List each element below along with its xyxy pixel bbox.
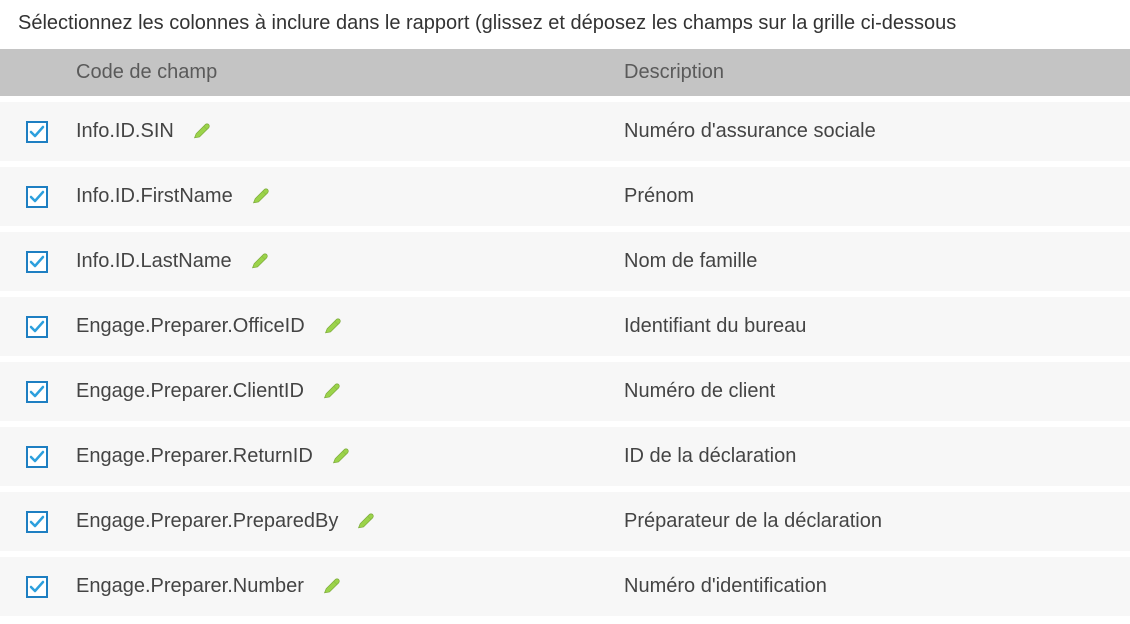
row-checkbox[interactable]: [26, 316, 48, 338]
checkbox-cell: [0, 445, 76, 468]
field-description: Numéro d'assurance sociale: [624, 120, 876, 143]
code-cell: Info.ID.LastName: [76, 250, 624, 273]
checkbox-cell: [0, 575, 76, 598]
field-description: Numéro d'identification: [624, 575, 827, 598]
table-row[interactable]: Engage.Preparer.Number Numéro d'identific…: [0, 557, 1130, 616]
code-cell: Engage.Preparer.ReturnID: [76, 445, 624, 468]
code-cell: Engage.Preparer.OfficeID: [76, 315, 624, 338]
code-cell: Info.ID.SIN: [76, 120, 624, 143]
field-code: Info.ID.LastName: [76, 250, 232, 273]
table-row[interactable]: Engage.Preparer.ClientID Numéro de client: [0, 362, 1130, 421]
table-body: Info.ID.SINNuméro d'assurance socialeInf…: [0, 102, 1130, 616]
header-code: Code de champ: [76, 61, 624, 84]
field-description: ID de la déclaration: [624, 445, 796, 468]
row-checkbox[interactable]: [26, 251, 48, 273]
instructions-text: Sélectionnez les colonnes à inclure dans…: [0, 0, 1130, 49]
field-code: Info.ID.FirstName: [76, 185, 233, 208]
field-description: Nom de famille: [624, 250, 757, 273]
field-description: Identifiant du bureau: [624, 315, 806, 338]
table-row[interactable]: Info.ID.FirstName Prénom: [0, 167, 1130, 226]
row-checkbox[interactable]: [26, 186, 48, 208]
field-code: Engage.Preparer.Number: [76, 575, 304, 598]
header-check: [0, 61, 76, 84]
checkbox-cell: [0, 250, 76, 273]
field-description: Numéro de client: [624, 380, 775, 403]
table-row[interactable]: Info.ID.SIN Numéro d'assurance sociale: [0, 102, 1130, 161]
field-description: Préparateur de la déclaration: [624, 510, 882, 533]
description-cell: Numéro de client: [624, 380, 1130, 403]
table-row[interactable]: Engage.Preparer.ReturnID ID de la déclara…: [0, 427, 1130, 486]
pencil-icon[interactable]: [322, 577, 342, 597]
field-code: Info.ID.SIN: [76, 120, 174, 143]
report-columns-panel: Sélectionnez les colonnes à inclure dans…: [0, 0, 1130, 616]
checkbox-cell: [0, 185, 76, 208]
checkbox-cell: [0, 510, 76, 533]
pencil-icon[interactable]: [322, 382, 342, 402]
row-checkbox[interactable]: [26, 511, 48, 533]
field-code: Engage.Preparer.PreparedBy: [76, 510, 338, 533]
code-cell: Info.ID.FirstName: [76, 185, 624, 208]
row-checkbox[interactable]: [26, 381, 48, 403]
pencil-icon[interactable]: [323, 317, 343, 337]
row-checkbox[interactable]: [26, 576, 48, 598]
description-cell: Numéro d'assurance sociale: [624, 120, 1130, 143]
pencil-icon[interactable]: [356, 512, 376, 532]
description-cell: Identifiant du bureau: [624, 315, 1130, 338]
checkbox-cell: [0, 120, 76, 143]
row-checkbox[interactable]: [26, 121, 48, 143]
checkbox-cell: [0, 380, 76, 403]
pencil-icon[interactable]: [192, 122, 212, 142]
header-description: Description: [624, 61, 1130, 84]
code-cell: Engage.Preparer.PreparedBy: [76, 510, 624, 533]
row-checkbox[interactable]: [26, 446, 48, 468]
pencil-icon[interactable]: [331, 447, 351, 467]
table-row[interactable]: Engage.Preparer.OfficeID Identifiant du b…: [0, 297, 1130, 356]
description-cell: ID de la déclaration: [624, 445, 1130, 468]
table-header: Code de champ Description: [0, 49, 1130, 96]
pencil-icon[interactable]: [251, 187, 271, 207]
pencil-icon[interactable]: [250, 252, 270, 272]
table-row[interactable]: Engage.Preparer.PreparedBy Préparateur de…: [0, 492, 1130, 551]
field-code: Engage.Preparer.ReturnID: [76, 445, 313, 468]
description-cell: Numéro d'identification: [624, 575, 1130, 598]
checkbox-cell: [0, 315, 76, 338]
code-cell: Engage.Preparer.ClientID: [76, 380, 624, 403]
field-code: Engage.Preparer.ClientID: [76, 380, 304, 403]
code-cell: Engage.Preparer.Number: [76, 575, 624, 598]
description-cell: Prénom: [624, 185, 1130, 208]
field-description: Prénom: [624, 185, 694, 208]
description-cell: Nom de famille: [624, 250, 1130, 273]
field-code: Engage.Preparer.OfficeID: [76, 315, 305, 338]
description-cell: Préparateur de la déclaration: [624, 510, 1130, 533]
table-row[interactable]: Info.ID.LastName Nom de famille: [0, 232, 1130, 291]
